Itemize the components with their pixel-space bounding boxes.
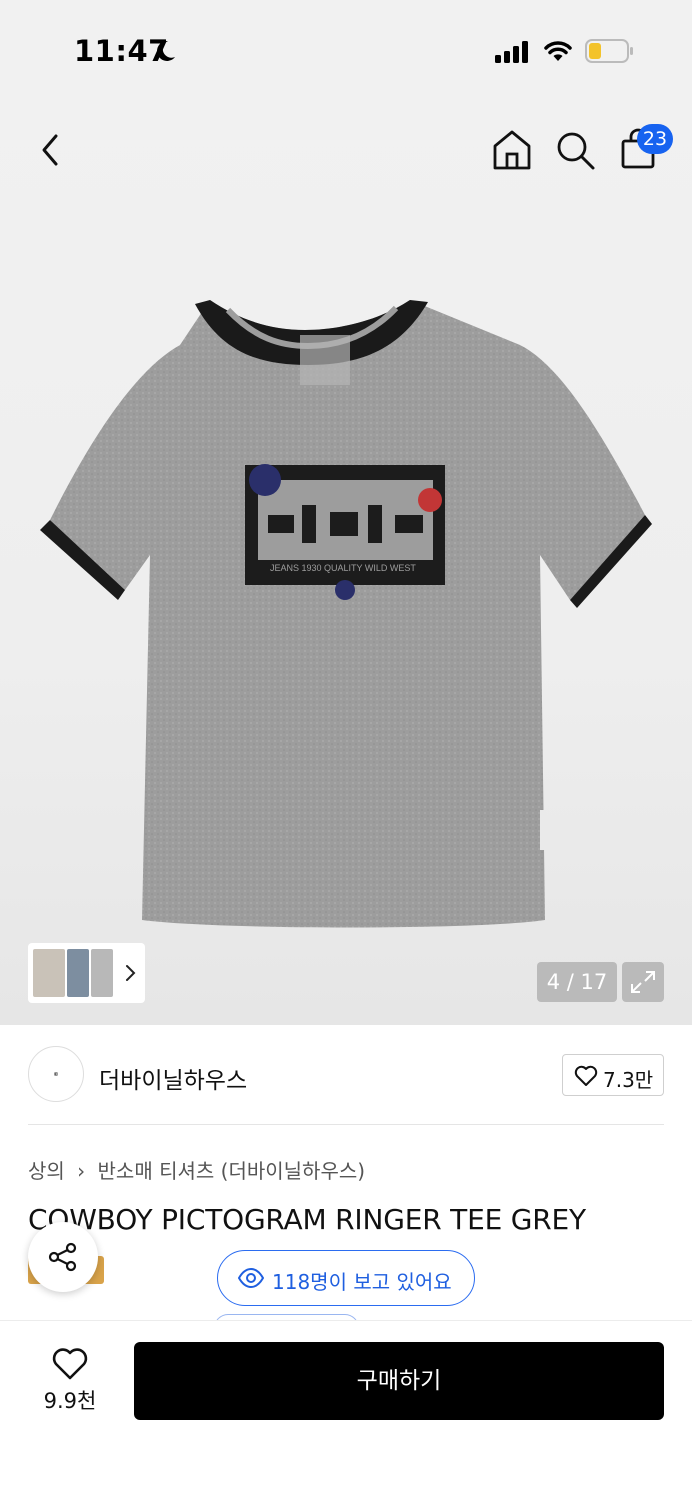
- share-button[interactable]: [28, 1222, 98, 1292]
- search-icon[interactable]: [553, 128, 597, 172]
- eye-icon: [238, 1268, 264, 1288]
- product-photo-tshirt: JEANS 1930 QUALITY WILD WEST: [40, 300, 652, 928]
- breadcrumb: 상의 › 반소매 티셔츠 (더바이닐하우스): [28, 1155, 371, 1184]
- breadcrumb-item[interactable]: 상의: [28, 1159, 65, 1183]
- product-title: COWBOY PICTOGRAM RINGER TEE GREY: [28, 1203, 586, 1236]
- home-icon[interactable]: [490, 128, 534, 172]
- expand-button[interactable]: [622, 962, 664, 1002]
- brand-logo[interactable]: © THEVINYLHOUSE: [28, 1046, 84, 1102]
- buy-button[interactable]: 구매하기: [134, 1342, 664, 1420]
- breadcrumb-item[interactable]: 반소매 티셔츠 (더바이닐하우스): [98, 1159, 366, 1183]
- thumbnail-image[interactable]: [33, 949, 65, 997]
- expand-icon: [631, 971, 655, 993]
- bottom-action-bar: 9.9천 구매하기: [0, 1320, 692, 1500]
- brand-row[interactable]: © THEVINYLHOUSE 더바이닐하우스 7.3만: [0, 1025, 692, 1125]
- status-bar: 11:47: [0, 0, 692, 100]
- svg-text:JEANS 1930 QUALITY WILD WEST: JEANS 1930 QUALITY WILD WEST: [270, 563, 416, 573]
- viewers-text: 118명이 보고 있어요: [272, 1270, 452, 1294]
- wifi-icon: [544, 41, 572, 61]
- chevron-right-icon[interactable]: [124, 960, 138, 986]
- cart-count-badge: 23: [637, 124, 673, 154]
- brand-name[interactable]: 더바이닐하우스: [99, 1061, 247, 1095]
- moon-icon: [157, 40, 175, 61]
- wishlist-count: 9.9천: [43, 1389, 97, 1413]
- signal-icon: [495, 41, 528, 63]
- thumbnail-image[interactable]: [67, 949, 89, 997]
- brand-like-button[interactable]: 7.3만: [562, 1054, 664, 1096]
- thumbnail-image[interactable]: [91, 949, 113, 997]
- wishlist-heart-icon[interactable]: [52, 1347, 88, 1381]
- heart-icon: [574, 1065, 598, 1086]
- image-page-counter: 4 / 17: [537, 962, 617, 1002]
- viewers-count-pill: 118명이 보고 있어요: [217, 1250, 475, 1306]
- brand-like-count: 7.3만: [603, 1068, 654, 1092]
- breadcrumb-separator-icon: ›: [77, 1159, 86, 1183]
- back-arrow-icon[interactable]: [30, 128, 70, 172]
- divider: [28, 1124, 664, 1125]
- share-icon: [48, 1242, 77, 1272]
- thumbnail-strip[interactable]: [28, 943, 145, 1003]
- battery-icon: [585, 39, 633, 63]
- product-image-gallery[interactable]: 23 JEANS 1930 QUALITY WILD WEST 4 / 17: [0, 100, 692, 1025]
